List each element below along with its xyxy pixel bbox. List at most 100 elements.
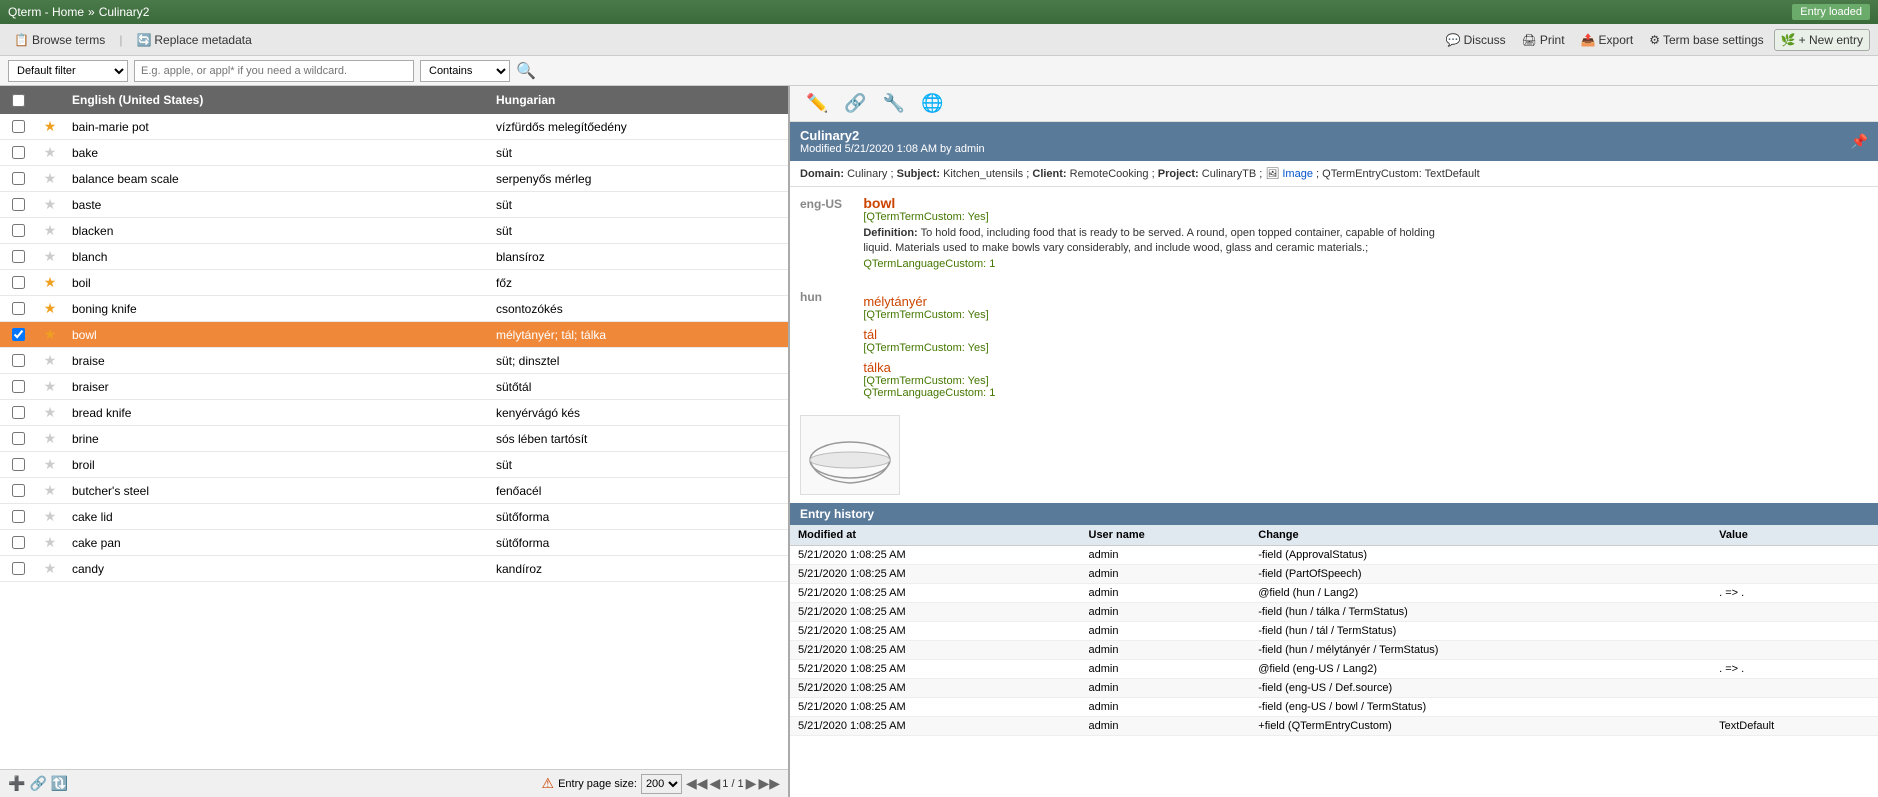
- export-button[interactable]: 📤 Export: [1575, 30, 1640, 50]
- first-page-button[interactable]: ◀◀: [686, 775, 708, 792]
- row-check[interactable]: [0, 146, 36, 159]
- row-checkbox[interactable]: [12, 198, 25, 211]
- row-star[interactable]: ★: [36, 560, 64, 577]
- globe-button[interactable]: 🌐: [917, 91, 947, 116]
- table-row[interactable]: ★ bain-marie pot vízfürdős melegítőedény: [0, 114, 788, 140]
- row-star[interactable]: ★: [36, 274, 64, 291]
- table-row[interactable]: ★ candy kandíroz: [0, 556, 788, 582]
- row-checkbox[interactable]: [12, 354, 25, 367]
- table-row[interactable]: ★ bread knife kenyérvágó kés: [0, 400, 788, 426]
- browse-terms-button[interactable]: 📋 Browse terms: [8, 30, 111, 50]
- select-all-checkbox[interactable]: [12, 94, 25, 107]
- filter-select[interactable]: Default filter: [8, 60, 128, 82]
- link-icon[interactable]: 🔗: [29, 775, 46, 792]
- row-check[interactable]: [0, 328, 36, 341]
- replace-metadata-button[interactable]: 🔄 Replace metadata: [130, 30, 257, 50]
- print-button[interactable]: 🖨 Print: [1516, 30, 1571, 50]
- discuss-button[interactable]: 💬 Discuss: [1440, 30, 1512, 50]
- row-checkbox[interactable]: [12, 120, 25, 133]
- row-check[interactable]: [0, 432, 36, 445]
- table-row[interactable]: ★ blacken süt: [0, 218, 788, 244]
- row-check[interactable]: [0, 120, 36, 133]
- row-check[interactable]: [0, 276, 36, 289]
- row-checkbox[interactable]: [12, 302, 25, 315]
- add-icon[interactable]: ➕: [8, 775, 25, 792]
- row-check[interactable]: [0, 250, 36, 263]
- row-check[interactable]: [0, 536, 36, 549]
- row-english: bowl: [64, 328, 488, 342]
- row-star[interactable]: ★: [36, 118, 64, 135]
- table-row[interactable]: ★ broil süt: [0, 452, 788, 478]
- table-row[interactable]: ★ blanch blansíroz: [0, 244, 788, 270]
- prev-page-button[interactable]: ◀: [709, 775, 720, 792]
- next-page-button[interactable]: ▶: [746, 775, 757, 792]
- table-row[interactable]: ★ butcher's steel fenőacél: [0, 478, 788, 504]
- row-star[interactable]: ★: [36, 170, 64, 187]
- row-checkbox[interactable]: [12, 328, 25, 341]
- header-check[interactable]: [0, 94, 36, 107]
- row-checkbox[interactable]: [12, 406, 25, 419]
- row-check[interactable]: [0, 458, 36, 471]
- term-base-settings-button[interactable]: ⚙ Term base settings: [1643, 30, 1769, 50]
- table-row[interactable]: ★ braise süt; dinsztel: [0, 348, 788, 374]
- row-checkbox[interactable]: [12, 250, 25, 263]
- row-star[interactable]: ★: [36, 508, 64, 525]
- row-star[interactable]: ★: [36, 144, 64, 161]
- meta-image-link[interactable]: Image: [1282, 168, 1313, 180]
- row-checkbox[interactable]: [12, 510, 25, 523]
- table-row[interactable]: ★ boning knife csontozókés: [0, 296, 788, 322]
- row-checkbox[interactable]: [12, 172, 25, 185]
- row-check[interactable]: [0, 198, 36, 211]
- row-check[interactable]: [0, 302, 36, 315]
- row-checkbox[interactable]: [12, 458, 25, 471]
- row-checkbox[interactable]: [12, 146, 25, 159]
- row-checkbox[interactable]: [12, 562, 25, 575]
- row-check[interactable]: [0, 354, 36, 367]
- row-check[interactable]: [0, 224, 36, 237]
- row-star[interactable]: ★: [36, 222, 64, 239]
- row-checkbox[interactable]: [12, 380, 25, 393]
- table-row[interactable]: ★ balance beam scale serpenyős mérleg: [0, 166, 788, 192]
- table-row[interactable]: ★ braiser sütőtál: [0, 374, 788, 400]
- row-star[interactable]: ★: [36, 482, 64, 499]
- table-row[interactable]: ★ cake lid sütőforma: [0, 504, 788, 530]
- row-star[interactable]: ★: [36, 248, 64, 265]
- table-row[interactable]: ★ boil főz: [0, 270, 788, 296]
- page-size-select[interactable]: 200: [641, 774, 682, 794]
- row-check[interactable]: [0, 380, 36, 393]
- contains-select[interactable]: Contains: [420, 60, 510, 82]
- new-entry-button[interactable]: 🌿 + New entry: [1774, 29, 1870, 51]
- last-page-button[interactable]: ▶▶: [758, 775, 780, 792]
- row-star[interactable]: ★: [36, 326, 64, 343]
- search-button[interactable]: 🔍: [516, 61, 536, 81]
- table-row[interactable]: ★ brine sós lében tartósít: [0, 426, 788, 452]
- row-checkbox[interactable]: [12, 224, 25, 237]
- row-star[interactable]: ★: [36, 534, 64, 551]
- row-star[interactable]: ★: [36, 430, 64, 447]
- row-star[interactable]: ★: [36, 196, 64, 213]
- row-star[interactable]: ★: [36, 378, 64, 395]
- row-star[interactable]: ★: [36, 300, 64, 317]
- row-checkbox[interactable]: [12, 484, 25, 497]
- table-row[interactable]: ★ baste süt: [0, 192, 788, 218]
- pencil-button[interactable]: ✏️: [802, 91, 832, 116]
- search-input[interactable]: [134, 60, 414, 82]
- refresh-icon[interactable]: 🔃: [51, 775, 68, 792]
- row-check[interactable]: [0, 172, 36, 185]
- link-button[interactable]: 🔗: [840, 91, 870, 116]
- table-row[interactable]: ★ bake süt: [0, 140, 788, 166]
- pin-icon[interactable]: 📌: [1851, 133, 1868, 150]
- row-check[interactable]: [0, 510, 36, 523]
- row-checkbox[interactable]: [12, 432, 25, 445]
- wrench-button[interactable]: 🔧: [879, 91, 909, 116]
- row-star[interactable]: ★: [36, 456, 64, 473]
- row-check[interactable]: [0, 562, 36, 575]
- table-row[interactable]: ★ bowl mélytányér; tál; tálka: [0, 322, 788, 348]
- row-checkbox[interactable]: [12, 536, 25, 549]
- row-checkbox[interactable]: [12, 276, 25, 289]
- row-check[interactable]: [0, 484, 36, 497]
- row-star[interactable]: ★: [36, 404, 64, 421]
- row-check[interactable]: [0, 406, 36, 419]
- row-star[interactable]: ★: [36, 352, 64, 369]
- table-row[interactable]: ★ cake pan sütőforma: [0, 530, 788, 556]
